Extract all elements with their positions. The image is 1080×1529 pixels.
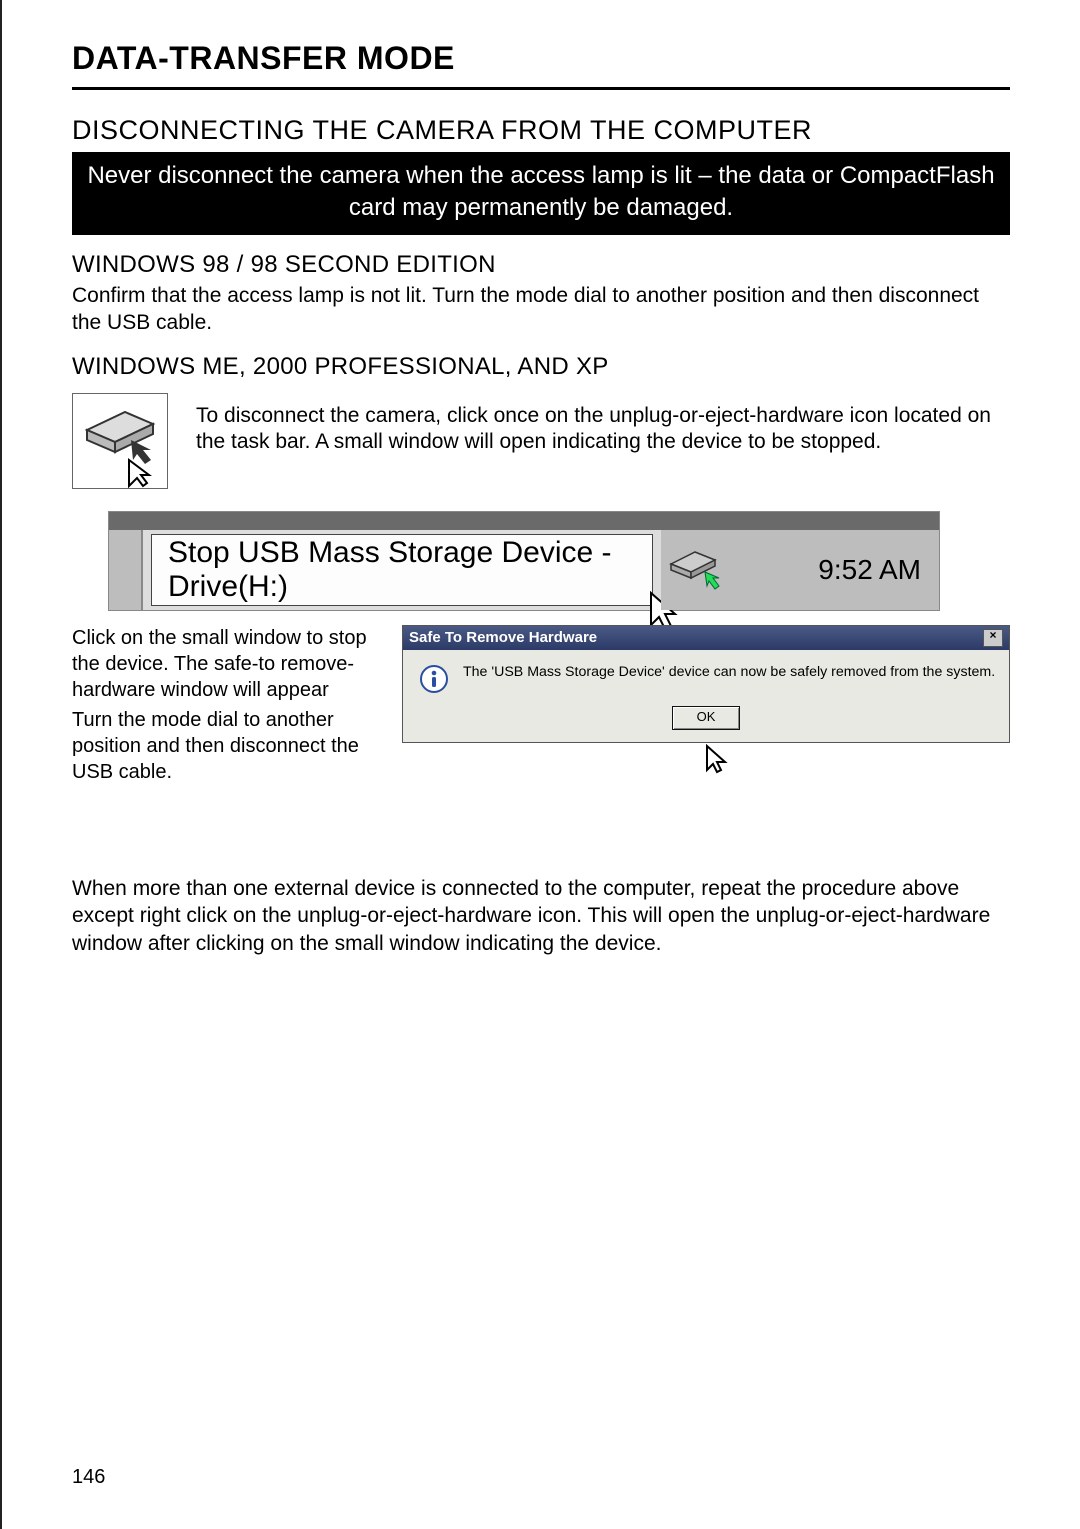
taskbar-screenshot: Stop USB Mass Storage Device - Drive(H:)…: [108, 511, 940, 611]
win98-body: Confirm that the access lamp is not lit.…: [72, 283, 1010, 337]
safe-remove-dialog: Safe To Remove Hardware × The 'USB Mass …: [402, 625, 1010, 743]
unplug-eject-hardware-icon: [72, 393, 168, 489]
system-clock: 9:52 AM: [818, 554, 921, 586]
page-number: 146: [72, 1466, 105, 1489]
dialog-close-button[interactable]: ×: [983, 629, 1003, 647]
section-title: DISCONNECTING THE CAMERA FROM THE COMPUT…: [72, 115, 1010, 146]
divider: [72, 87, 1010, 90]
ok-button[interactable]: OK: [672, 706, 741, 730]
cursor-icon: [703, 744, 733, 774]
dialog-titlebar: Safe To Remove Hardware ×: [403, 626, 1009, 650]
mode-title: Data-Transfer Mode: [72, 40, 1010, 77]
winme-body: To disconnect the camera, click once on …: [196, 403, 1010, 457]
step2-text-b: Turn the mode dial to another position a…: [72, 707, 382, 785]
footer-note: When more than one external device is co…: [72, 875, 1010, 958]
unplug-eject-hardware-tray-icon[interactable]: [665, 544, 725, 594]
info-icon: [419, 664, 449, 694]
system-tray: 9:52 AM: [661, 530, 939, 610]
winme-title: WINDOWS ME, 2000 PROFESSIONAL, AND XP: [72, 353, 1010, 381]
manual-page: Data-Transfer Mode DISCONNECTING THE CAM…: [0, 0, 1080, 1529]
step2-text-a: Click on the small window to stop the de…: [72, 625, 382, 703]
eject-instruction-row: To disconnect the camera, click once on …: [72, 393, 1010, 489]
taskbar-left-stub: [109, 530, 143, 610]
step-2-row: Click on the small window to stop the de…: [72, 625, 1010, 785]
dialog-message: The 'USB Mass Storage Device' device can…: [463, 664, 995, 681]
warning-banner: Never disconnect the camera when the acc…: [72, 152, 1010, 235]
stop-device-tooltip[interactable]: Stop USB Mass Storage Device - Drive(H:): [151, 534, 653, 606]
stop-device-tooltip-text: Stop USB Mass Storage Device - Drive(H:): [168, 536, 652, 604]
dialog-title: Safe To Remove Hardware: [409, 629, 597, 646]
win98-title: WINDOWS 98 / 98 SECOND EDITION: [72, 251, 1010, 279]
